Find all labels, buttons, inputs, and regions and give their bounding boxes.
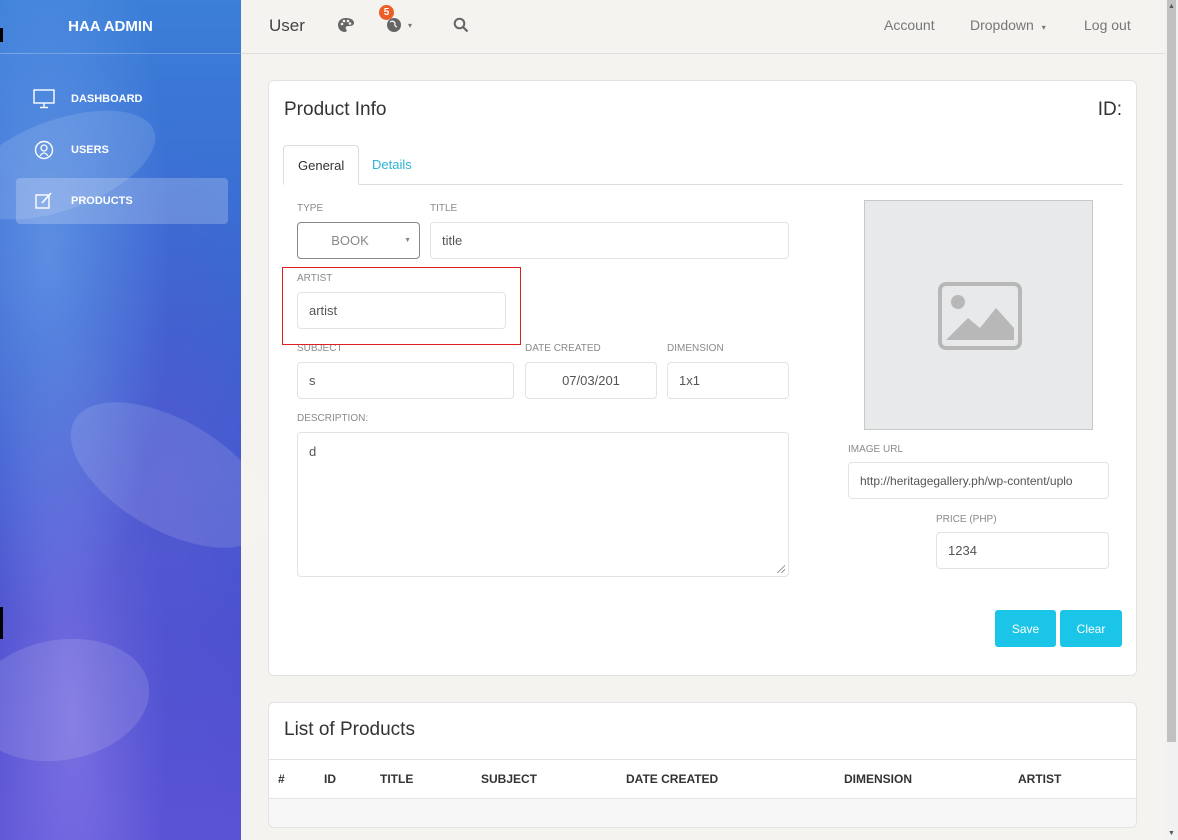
window-edge-marker [0, 607, 3, 639]
scroll-down-icon[interactable]: ▼ [1168, 830, 1175, 837]
product-list-card: List of Products # ID TITLE SUBJECT DATE… [268, 702, 1137, 828]
sidebar: HAA ADMIN DASHBOARD USERS PRODUCTS [0, 0, 293, 840]
save-button[interactable]: Save [995, 610, 1056, 647]
navbar-title[interactable]: User [269, 16, 305, 36]
description-textarea[interactable]: d [297, 432, 789, 577]
product-id-label: ID: [1097, 99, 1122, 120]
image-preview [864, 200, 1093, 430]
title-input[interactable]: title [430, 222, 789, 259]
sidebar-nav: DASHBOARD USERS PRODUCTS [16, 76, 228, 229]
column-header[interactable]: DIMENSION [844, 772, 912, 786]
table-row [269, 799, 1136, 827]
chevron-down-icon: ▾ [1041, 23, 1046, 32]
scrollbar-thumb[interactable] [1167, 0, 1176, 742]
page-scrollbar[interactable]: ▲ ▼ [1165, 0, 1178, 840]
tab-bar: General Details [283, 145, 1123, 185]
top-navbar: User ▾ 5 Account Dropdown ▾ Log out [241, 0, 1165, 54]
sidebar-logo[interactable]: HAA ADMIN [0, 0, 241, 54]
description-value: d [309, 444, 317, 459]
column-header[interactable]: ID [324, 772, 336, 786]
image-url-label: IMAGE URL [848, 444, 904, 455]
column-header[interactable]: TITLE [380, 772, 413, 786]
globe-icon[interactable]: ▾ [386, 17, 412, 33]
artist-highlight-box [282, 267, 521, 345]
palette-icon[interactable] [337, 17, 355, 33]
search-icon[interactable] [453, 17, 469, 33]
card-title: List of Products [284, 719, 415, 740]
logo-text: HAA ADMIN [68, 18, 153, 35]
date-created-input[interactable]: 07/03/201 [525, 362, 657, 399]
background-stroke [0, 625, 160, 775]
sidebar-item-label: PRODUCTS [71, 195, 133, 207]
column-header[interactable]: # [278, 772, 285, 786]
sidebar-item-label: DASHBOARD [71, 93, 143, 105]
clear-button[interactable]: Clear [1060, 610, 1122, 647]
description-label: DESCRIPTION: [297, 413, 369, 424]
tab-details[interactable]: Details [358, 145, 426, 185]
user-circle-icon [32, 140, 56, 160]
column-header[interactable]: DATE CREATED [626, 772, 718, 786]
column-header[interactable]: SUBJECT [481, 772, 537, 786]
resize-handle-icon[interactable] [777, 565, 785, 573]
window-edge-marker [0, 28, 3, 42]
price-input[interactable]: 1234 [936, 532, 1109, 569]
tab-general[interactable]: General [283, 145, 360, 185]
image-placeholder-icon [938, 282, 1022, 350]
type-select[interactable]: BOOK ▼ [297, 222, 420, 259]
sidebar-item-dashboard[interactable]: DASHBOARD [16, 76, 228, 122]
dimension-label: DIMENSION [667, 343, 724, 354]
product-info-card: Product Info ID: General Details TYPE BO… [268, 80, 1137, 676]
dimension-input[interactable]: 1x1 [667, 362, 789, 399]
background-stroke [47, 372, 293, 578]
image-url-input[interactable]: http://heritagegallery.ph/wp-content/upl… [848, 462, 1109, 499]
title-label: TITLE [430, 203, 458, 214]
monitor-icon [32, 89, 56, 109]
type-label: TYPE [297, 203, 324, 214]
notification-badge: 5 [379, 5, 394, 20]
table-header: # ID TITLE SUBJECT DATE CREATED DIMENSIO… [269, 759, 1136, 799]
dropdown-link[interactable]: Dropdown ▾ [970, 17, 1046, 33]
sidebar-item-products[interactable]: PRODUCTS [16, 178, 228, 224]
price-label: PRICE (PHP) [936, 514, 997, 525]
subject-input[interactable]: s [297, 362, 514, 399]
chevron-down-icon: ▼ [404, 237, 411, 244]
edit-icon [32, 191, 56, 211]
scroll-up-icon[interactable]: ▲ [1168, 3, 1175, 10]
logout-link[interactable]: Log out [1084, 17, 1131, 33]
account-link[interactable]: Account [884, 17, 935, 33]
sidebar-item-users[interactable]: USERS [16, 127, 228, 173]
type-value: BOOK [331, 233, 369, 248]
dropdown-label: Dropdown [970, 17, 1034, 33]
column-header[interactable]: ARTIST [1018, 772, 1061, 786]
date-created-label: DATE CREATED [525, 343, 601, 354]
sidebar-item-label: USERS [71, 144, 109, 156]
chevron-down-icon: ▾ [408, 20, 413, 30]
card-title: Product Info [284, 99, 387, 120]
